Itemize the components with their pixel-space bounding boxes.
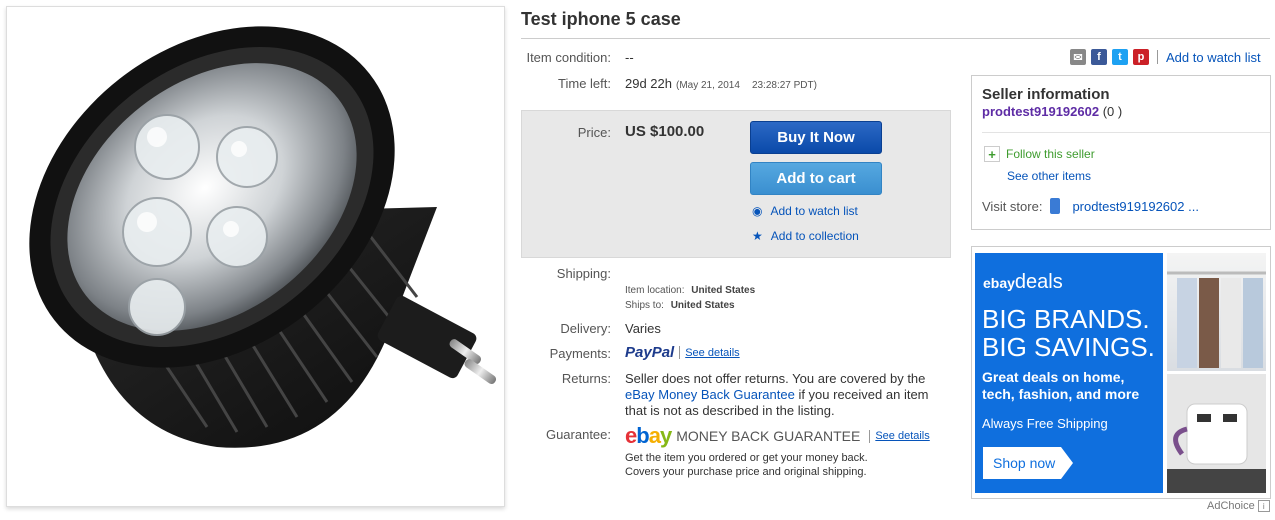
pinterest-icon[interactable]: p: [1133, 49, 1149, 65]
returns-text-1: Seller does not offer returns. You are c…: [625, 371, 926, 386]
follow-seller-link[interactable]: Follow this seller: [1006, 147, 1095, 161]
ebay-logo: ebay: [625, 423, 672, 448]
mug-graphic: [1167, 374, 1266, 493]
ships-to-label: Ships to:: [625, 300, 664, 311]
ad-headline: BIG BRANDS. BIG SAVINGS.: [982, 305, 1155, 361]
add-to-watch-list-button[interactable]: Add to watch list: [770, 204, 857, 218]
ad-brand-deals: deals: [1014, 271, 1063, 293]
share-divider: [1157, 50, 1158, 64]
ships-to-value: United States: [670, 300, 735, 311]
guarantee-description: Get the item you ordered or get your mon…: [625, 451, 868, 479]
item-title: Test iphone 5 case: [521, 9, 681, 29]
item-condition-value: --: [625, 50, 634, 65]
seller-divider: [982, 132, 1270, 133]
payments-label: Payments:: [549, 346, 611, 361]
ad-shirts-image: [1167, 253, 1266, 371]
ships-to: Ships to: United States: [625, 300, 735, 311]
ebay-money-back-guarantee: ebay MONEY BACK GUARANTEE See details: [625, 423, 930, 449]
twitter-icon[interactable]: t: [1112, 49, 1128, 65]
buy-it-now-button[interactable]: Buy It Now: [750, 121, 882, 154]
price-label: Price:: [577, 125, 611, 140]
add-to-watch-list-link[interactable]: Add to watch list: [1166, 50, 1261, 65]
email-icon[interactable]: ✉: [1070, 49, 1086, 65]
product-image[interactable]: [6, 6, 505, 507]
add-to-collection-row[interactable]: ★ Add to collection: [752, 229, 859, 243]
guarantee-label: Guarantee:: [545, 427, 611, 442]
see-other-items-link[interactable]: See other items: [1007, 169, 1091, 183]
guarantee-see-details-link[interactable]: See details: [875, 430, 929, 442]
returns-policy: Seller does not offer returns. You are c…: [625, 371, 955, 419]
ad-sub-1: Great deals on home,: [982, 369, 1125, 385]
add-to-collection-button[interactable]: Add to collection: [771, 229, 859, 243]
ad-sub-2: tech, fashion, and more: [982, 386, 1140, 402]
add-to-cart-button[interactable]: Add to cart: [750, 162, 882, 195]
led-bulb-image: [29, 26, 497, 448]
shop-now-button[interactable]: Shop now: [983, 447, 1073, 479]
ad-subheadline: Great deals on home, tech, fashion, and …: [982, 369, 1139, 403]
shirts-graphic: [1167, 271, 1266, 368]
time-left-value: 29d 22h: [625, 76, 672, 91]
time-left-time: 23:28:27 PDT): [751, 80, 817, 91]
item-location: Item location: United States: [625, 285, 755, 296]
store-icon: [1050, 198, 1061, 214]
plus-icon: +: [984, 146, 1000, 162]
ad-free-shipping: Always Free Shipping: [982, 416, 1108, 431]
returns-text-3: that is not as described in the listing.: [625, 403, 835, 418]
price-value: US $100.00: [625, 123, 705, 140]
time-left-date: (May 21, 2014: [676, 80, 740, 91]
seller-name-row: prodtest919192602 (0 ): [982, 104, 1122, 119]
guarantee-line-2: Covers your purchase price and original …: [625, 466, 867, 478]
paypal-logo: PayPal: [625, 344, 675, 361]
store-name-link[interactable]: prodtest919192602 ...: [1072, 199, 1199, 214]
payments-value: PayPal See details: [625, 344, 740, 361]
returns-label: Returns:: [561, 371, 611, 386]
payments-see-details-link[interactable]: See details: [685, 347, 739, 359]
item-location-value: United States: [691, 285, 756, 296]
title-divider: [521, 38, 1270, 39]
delivery-label: Delivery:: [560, 321, 611, 336]
ad-mug-image: [1167, 374, 1266, 493]
share-bar: ✉ f t p Add to watch list: [1070, 49, 1261, 65]
follow-seller-row[interactable]: + Follow this seller: [984, 146, 1095, 162]
returns-text-2: if you received an item: [794, 387, 929, 402]
adchoice-label: AdChoice: [1207, 500, 1255, 512]
eye-icon: ◉: [752, 204, 763, 218]
seller-feedback-score: (0 ): [1099, 104, 1123, 119]
guarantee-line-1: Get the item you ordered or get your mon…: [625, 452, 868, 464]
visit-store-row: Visit store: prodtest919192602 ...: [982, 198, 1199, 214]
ad-headline-1: BIG BRANDS.: [982, 304, 1150, 334]
star-icon: ★: [752, 229, 763, 243]
add-to-watch-list-row[interactable]: ◉ Add to watch list: [752, 204, 858, 218]
delivery-value: Varies: [625, 321, 661, 336]
guarantee-divider: [869, 429, 871, 443]
visit-store-label: Visit store:: [982, 198, 1043, 214]
ad-brand-ebay: ebay: [983, 275, 1015, 291]
time-left: 29d 22h (May 21, 2014 23:28:27 PDT): [625, 76, 817, 91]
payments-divider: [679, 346, 681, 359]
adchoice[interactable]: AdChoice i: [1207, 500, 1270, 512]
money-back-guarantee-link[interactable]: eBay Money Back Guarantee: [625, 387, 795, 402]
seller-name-link[interactable]: prodtest919192602: [982, 104, 1099, 119]
ebay-deals-logo: ebay deals: [983, 271, 1063, 294]
item-location-label: Item location:: [625, 285, 685, 296]
seller-info-heading: Seller information: [982, 86, 1110, 103]
shipping-label: Shipping:: [556, 266, 611, 281]
ad-headline-2: BIG SAVINGS.: [982, 332, 1155, 362]
adchoice-icon: i: [1257, 500, 1270, 512]
money-back-guarantee-text: MONEY BACK GUARANTEE: [676, 428, 861, 444]
shop-now-label: Shop now: [993, 455, 1056, 471]
facebook-icon[interactable]: f: [1091, 49, 1107, 65]
item-condition-label: Item condition:: [526, 50, 611, 65]
time-left-label: Time left:: [558, 76, 611, 91]
